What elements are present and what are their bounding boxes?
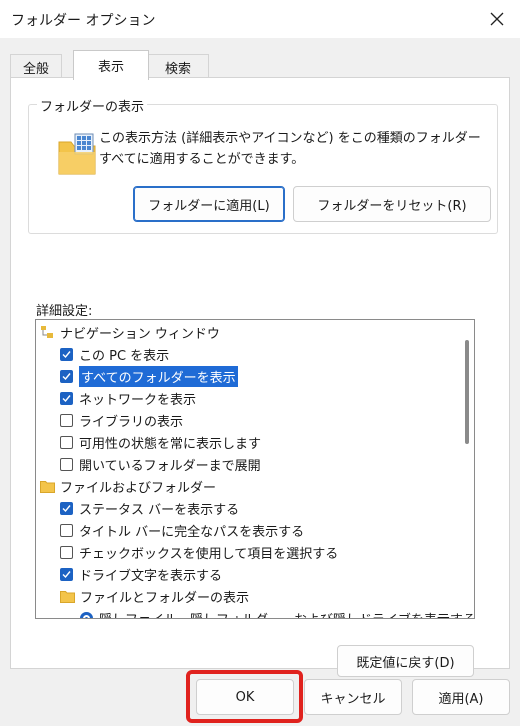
list-item: ファイルとフォルダーの表示 <box>60 585 249 607</box>
close-button[interactable] <box>474 0 520 38</box>
list-item-label: 隠しファイル、隠しフォルダー、および隠しドライブを表示する <box>99 609 474 619</box>
advanced-settings-label: 詳細設定: <box>36 304 93 319</box>
list-item-label: ネットワークを表示 <box>79 392 197 408</box>
list-item[interactable]: 可用性の状態を常に表示します <box>60 431 261 453</box>
list-item[interactable]: ドライブ文字を表示する <box>60 563 222 585</box>
folder-view-icon <box>58 133 96 175</box>
ok-button-highlight <box>186 670 303 723</box>
folder-view-description: この表示方法 (詳細表示やアイコンなど) をこの種類のフォルダーすべてに適用する… <box>99 131 481 167</box>
folder-icon <box>40 480 55 493</box>
list-item-label: ナビゲーション ウィンドウ <box>60 326 220 342</box>
list-item-label: ファイルおよびフォルダー <box>60 480 217 496</box>
checkbox-checked-icon[interactable] <box>60 567 73 581</box>
list-item[interactable]: ネットワークを表示 <box>60 387 196 409</box>
list-item[interactable]: すべてのフォルダーを表示 <box>60 365 238 387</box>
checkbox-unchecked-icon[interactable] <box>60 457 73 471</box>
checkbox-checked-icon[interactable] <box>60 369 73 383</box>
checkbox-unchecked-icon[interactable] <box>60 435 73 449</box>
folder-view-group: フォルダーの表示 この表示方法 (詳細表示やアイコンなど) をこの種類のフォルダ… <box>28 96 498 234</box>
list-item: ナビゲーション ウィンドウ <box>40 321 220 343</box>
list-item-label: ファイルとフォルダーの表示 <box>80 590 250 606</box>
close-icon <box>490 12 504 26</box>
list-item[interactable]: 隠しファイル、隠しフォルダー、および隠しドライブを表示する <box>80 607 474 619</box>
list-item-label: タイトル バーに完全なパスを表示する <box>79 524 305 540</box>
list-scrollbar[interactable] <box>461 320 473 618</box>
apply-to-folders-button[interactable]: フォルダーに適用(L) <box>133 186 285 222</box>
list-item-label: ステータス バーを表示する <box>79 502 240 518</box>
checkbox-checked-icon[interactable] <box>60 501 73 515</box>
list-item[interactable]: チェックボックスを使用して項目を選択する <box>60 541 338 563</box>
list-item[interactable]: ライブラリの表示 <box>60 409 183 431</box>
dialog-body: 全般 表示 検索 フォルダーの表示 この表示方法 (詳細表示やアイコンなど) を… <box>0 38 520 726</box>
tab-label: 表示 <box>97 60 124 75</box>
list-item-label: ライブラリの表示 <box>79 414 184 430</box>
list-item-label: 開いているフォルダーまで展開 <box>79 458 261 474</box>
checkbox-checked-icon[interactable] <box>60 391 73 405</box>
radio-selected-icon[interactable] <box>80 611 93 618</box>
list-item-label: すべてのフォルダーを表示 <box>79 365 238 387</box>
tree-node-icon <box>41 326 53 338</box>
tab-label: 全般 <box>22 61 49 77</box>
tab-general[interactable]: 全般 <box>10 54 62 79</box>
list-item-label: 可用性の状態を常に表示します <box>79 436 262 452</box>
list-item-label: この PC を表示 <box>79 348 170 364</box>
list-item[interactable]: タイトル バーに完全なパスを表示する <box>60 519 304 541</box>
tab-label: 検索 <box>164 61 191 77</box>
cancel-button[interactable]: キャンセル <box>304 679 402 715</box>
tab-search[interactable]: 検索 <box>147 54 209 79</box>
list-item-label: チェックボックスを使用して項目を選択する <box>79 546 339 562</box>
checkbox-unchecked-icon[interactable] <box>60 523 73 537</box>
advanced-settings-list[interactable]: ナビゲーション ウィンドウ この PC を表示 すべてのフォルダーを表示 ネット… <box>35 319 475 619</box>
view-tab-panel: フォルダーの表示 この表示方法 (詳細表示やアイコンなど) をこの種類のフォルダ… <box>10 77 510 677</box>
scrollbar-thumb[interactable] <box>465 340 469 444</box>
checkbox-unchecked-icon[interactable] <box>60 413 73 427</box>
list-item-label: ドライブ文字を表示する <box>79 568 223 584</box>
tab-view[interactable]: 表示 <box>73 50 149 80</box>
list-item[interactable]: この PC を表示 <box>60 343 169 365</box>
checkbox-checked-icon[interactable] <box>60 347 73 361</box>
folder-icon <box>60 590 75 603</box>
window-title: フォルダー オプション <box>11 13 156 29</box>
apply-button[interactable]: 適用(A) <box>412 679 510 715</box>
checkbox-unchecked-icon[interactable] <box>60 545 73 559</box>
reset-folders-button[interactable]: フォルダーをリセット(R) <box>293 186 491 222</box>
list-item[interactable]: ステータス バーを表示する <box>60 497 239 519</box>
list-item[interactable]: 開いているフォルダーまで展開 <box>60 453 261 475</box>
title-bar: フォルダー オプション <box>0 0 520 38</box>
restore-defaults-button[interactable]: 既定値に戻す(D) <box>337 645 474 677</box>
folder-view-group-title: フォルダーの表示 <box>37 96 148 115</box>
list-item: ファイルおよびフォルダー <box>40 475 216 497</box>
